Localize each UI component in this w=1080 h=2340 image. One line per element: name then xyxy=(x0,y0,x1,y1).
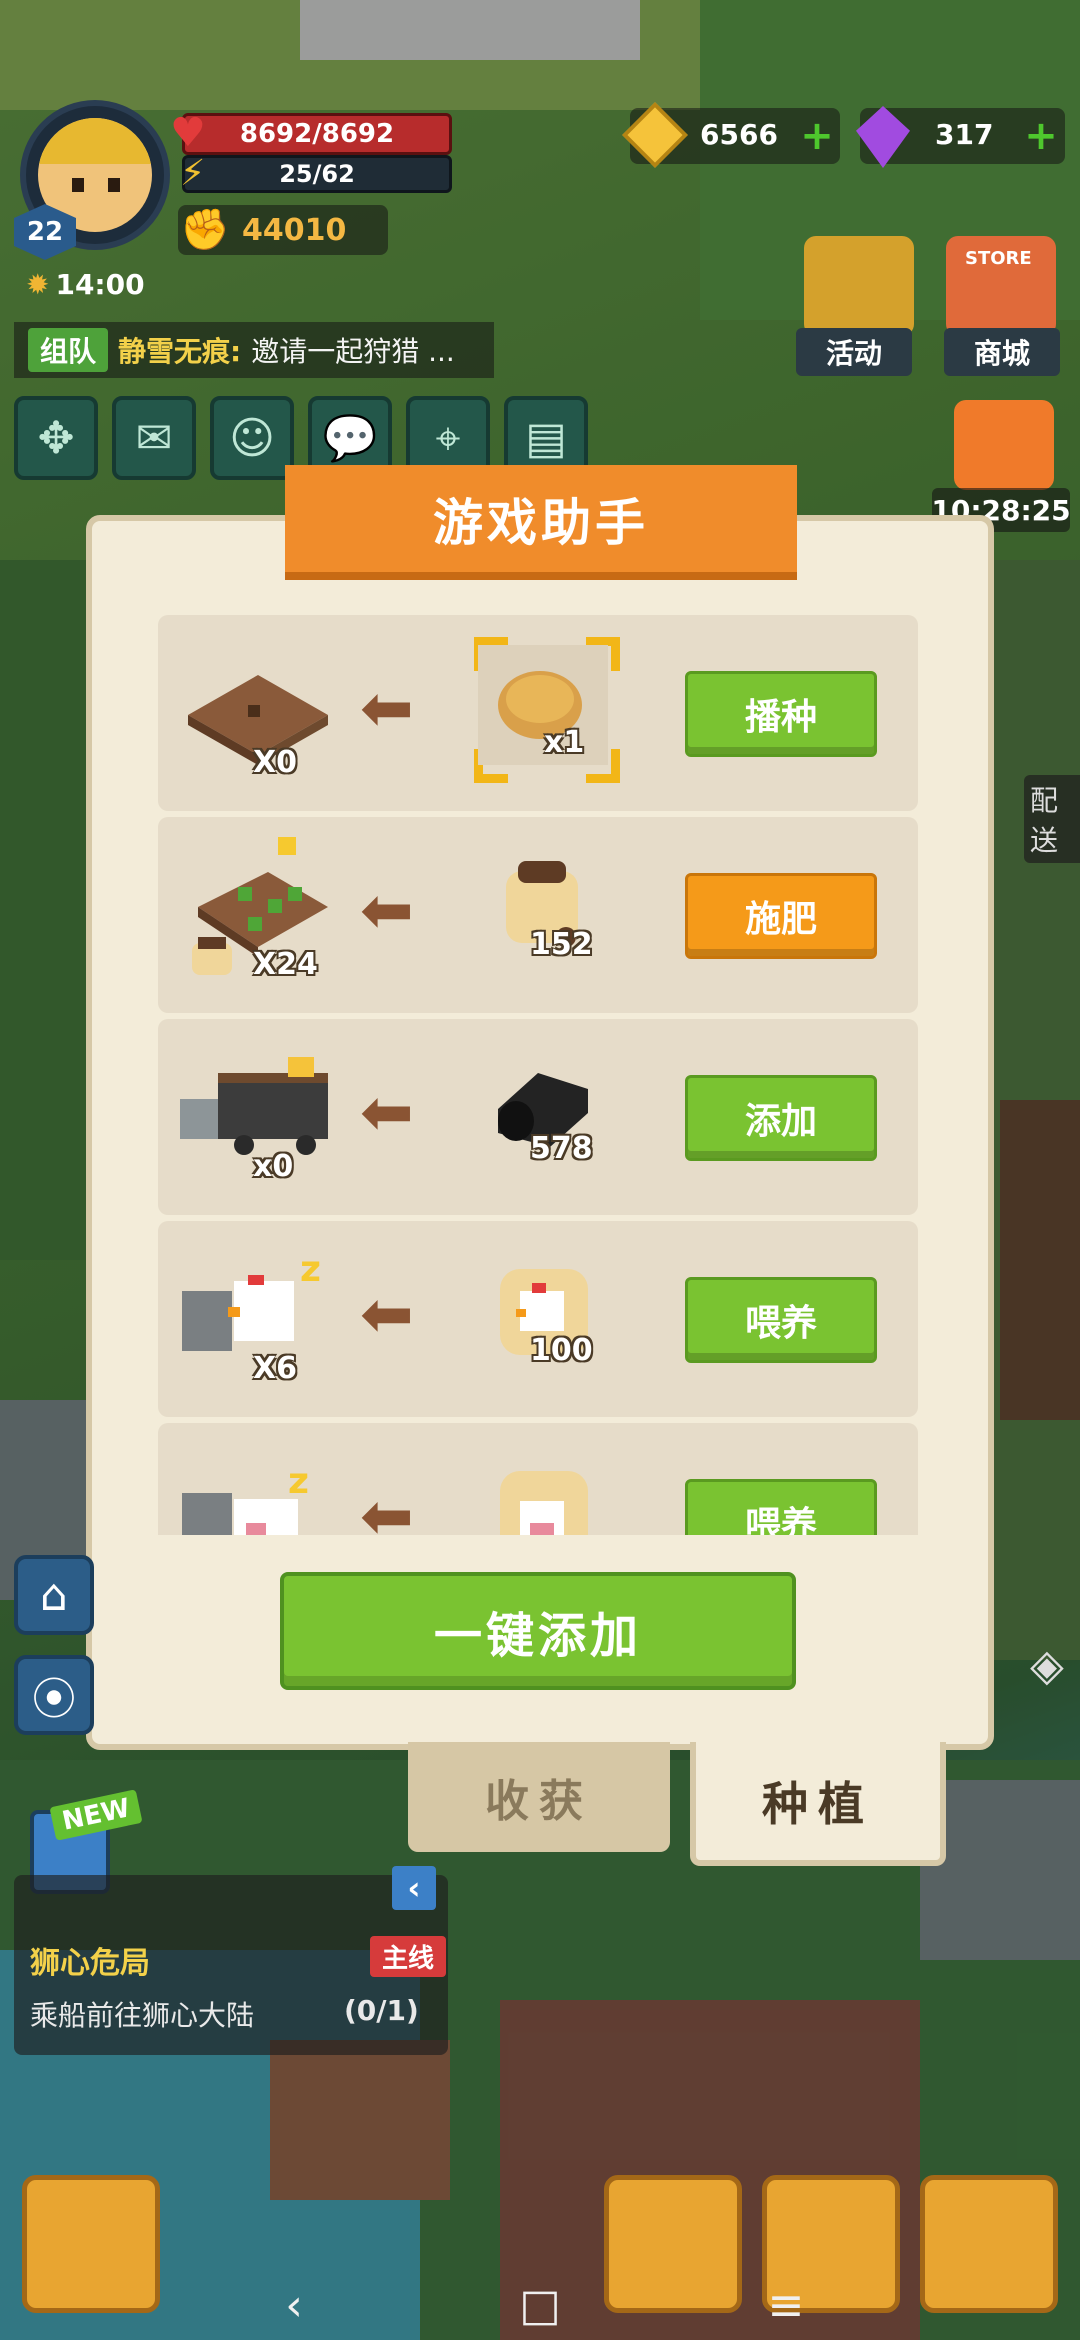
nav-home-button[interactable]: □ xyxy=(500,2280,580,2331)
tab-harvest[interactable]: 收获 xyxy=(408,1742,670,1852)
location-pin-icon[interactable]: ⦿ xyxy=(14,1655,94,1735)
gem-value: 317 xyxy=(935,118,994,151)
quest-title: 狮心危局 xyxy=(30,1946,150,1981)
hammer-icon[interactable] xyxy=(22,2175,160,2313)
add-gem-button[interactable]: + xyxy=(1024,116,1058,156)
chat-sender: 静雪无痕: xyxy=(118,335,242,368)
nav-back-button[interactable]: ‹ xyxy=(254,2280,334,2331)
cow-feed-icon xyxy=(500,1471,588,1535)
tab-plant[interactable]: 种植 xyxy=(690,1742,946,1866)
diamond-arrow-icon[interactable]: ◈ xyxy=(1030,1640,1080,1691)
nav-menu-button[interactable]: ≡ xyxy=(746,2280,826,2331)
arrow-left-icon: ⬅ xyxy=(360,1278,414,1352)
plot-quantity: X24 xyxy=(253,947,318,982)
list-item: z ⬅ 喂养 xyxy=(158,1423,918,1535)
list-item: z X6 ⬅ 100 喂养 xyxy=(158,1221,918,1417)
sow-button[interactable]: 播种 xyxy=(685,671,877,757)
delivery-label[interactable]: 配送 xyxy=(1024,775,1080,863)
add-button[interactable]: 添加 xyxy=(685,1075,877,1161)
gift-box-icon[interactable] xyxy=(954,400,1054,490)
gold-value: 6566 xyxy=(700,118,778,151)
quest-description: 乘船前往狮心大陆 xyxy=(30,1999,255,2032)
home-icon[interactable]: ⌂ xyxy=(14,1555,94,1635)
fertilizer-quantity: 152 xyxy=(530,927,593,962)
fist-icon: ✊ xyxy=(180,207,230,253)
arrow-left-icon: ⬅ xyxy=(360,1480,414,1535)
cow-feed-item[interactable] xyxy=(478,1453,608,1535)
hp-bar: 8692/8692 xyxy=(182,113,452,155)
chicken-feed-quantity: 100 xyxy=(530,1333,593,1368)
game-time: 14:00 xyxy=(55,268,145,301)
add-gold-button[interactable]: + xyxy=(800,116,834,156)
store-sign: STORE xyxy=(965,248,1032,269)
chat-ticker[interactable]: 组队 静雪无痕: 邀请一起狩猎 ... xyxy=(14,322,494,378)
chicken-feed-item[interactable]: 100 xyxy=(478,1251,608,1371)
expand-icon[interactable]: ✥ xyxy=(14,396,98,480)
coal-item[interactable]: 578 xyxy=(478,1049,608,1169)
chicken-quantity: X6 xyxy=(253,1351,298,1386)
activity-button[interactable]: 活动 xyxy=(796,328,912,376)
feed-cow-button[interactable]: 喂养 xyxy=(685,1479,877,1535)
arrow-left-icon: ⬅ xyxy=(360,672,414,746)
lightning-icon: ⚡ xyxy=(180,153,206,194)
heart-icon: ♥ xyxy=(170,110,206,156)
avatar-hair xyxy=(38,118,152,164)
hero-icon[interactable] xyxy=(604,2175,742,2313)
avatar-eye xyxy=(108,178,120,192)
list-item: X24 ⬅ 152 施肥 xyxy=(158,817,918,1013)
fertilizer-item[interactable]: 152 xyxy=(478,847,608,967)
svg-text:z: z xyxy=(300,1249,321,1290)
avatar-eye xyxy=(72,178,84,192)
sun-icon: ✹ xyxy=(26,268,50,301)
potato-icon xyxy=(478,645,608,765)
quest-progress: (0/1) xyxy=(344,1994,419,2027)
chat-message: 邀请一起狩猎 ... xyxy=(251,335,455,368)
list-item: X0 ⬅ x1 播种 xyxy=(158,615,918,811)
dialog-title: 游戏助手 xyxy=(285,465,797,580)
mail-icon[interactable]: ✉ xyxy=(112,396,196,480)
backpack-icon[interactable] xyxy=(920,2175,1058,2313)
cow-machine-icon: z xyxy=(182,1461,309,1535)
fertilize-button[interactable]: 施肥 xyxy=(685,873,877,959)
soil-quantity: X0 xyxy=(253,745,298,780)
assistant-list[interactable]: X0 ⬅ x1 播种 X24 ⬅ 152 施肥 x0 ⬅ 578 添加 z X6… xyxy=(158,615,918,1535)
collapse-button[interactable]: ‹ xyxy=(392,1866,436,1910)
coal-quantity: 578 xyxy=(530,1131,593,1166)
activity-icon[interactable] xyxy=(804,236,914,336)
seed-quantity: x1 xyxy=(544,725,585,760)
list-item: x0 ⬅ 578 添加 xyxy=(158,1019,918,1215)
potato-seed-item[interactable]: x1 xyxy=(478,645,608,765)
feed-chicken-button[interactable]: 喂养 xyxy=(685,1277,877,1363)
chat-channel-tag: 组队 xyxy=(28,328,109,372)
store-button[interactable]: 商城 xyxy=(944,328,1060,376)
svg-text:z: z xyxy=(288,1461,309,1502)
game-clock: ✹ 14:00 xyxy=(26,268,145,301)
one-key-add-button[interactable]: 一键添加 xyxy=(280,1572,796,1690)
arrow-left-icon: ⬅ xyxy=(360,874,414,948)
cart-quantity: x0 xyxy=(253,1149,294,1184)
arrow-left-icon: ⬅ xyxy=(360,1076,414,1150)
quest-type-tag: 主线 xyxy=(370,1936,447,1977)
friends-icon[interactable]: ☺ xyxy=(210,396,294,480)
xp-bar: 25/62 xyxy=(182,155,452,193)
